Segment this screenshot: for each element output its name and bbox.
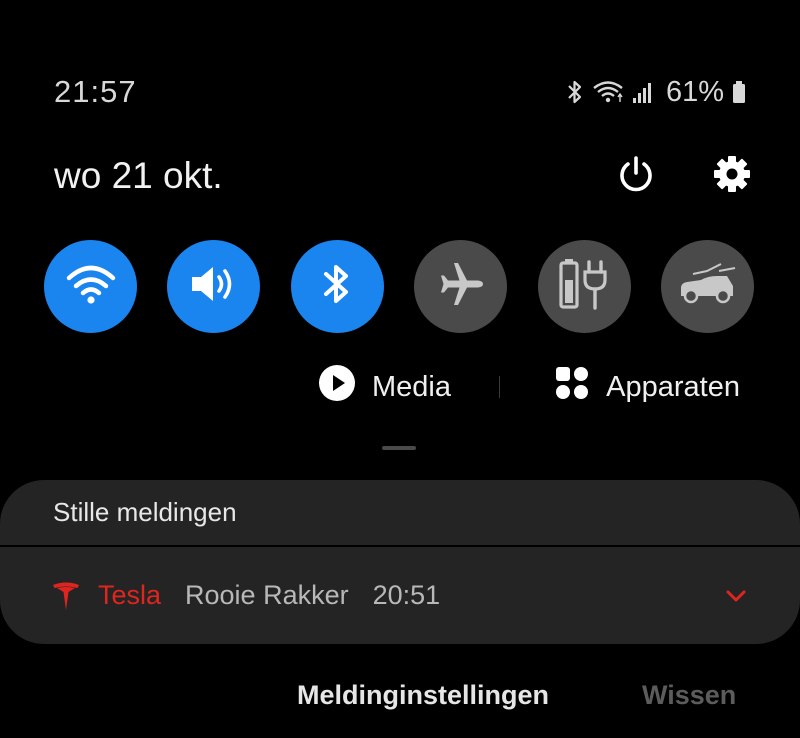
media-label: Media: [372, 370, 451, 403]
quick-settings-tiles: [44, 240, 754, 333]
tesla-logo-icon: [52, 581, 82, 611]
settings-button[interactable]: [710, 154, 754, 198]
date-row: wo 21 okt.: [54, 150, 754, 202]
notification-title: Rooie Rakker: [185, 580, 349, 610]
notification-item[interactable]: Tesla Rooie Rakker 20:51: [0, 547, 800, 644]
tile-sound[interactable]: [167, 240, 261, 333]
battery-percent: 61%: [665, 75, 724, 108]
battery-plug-icon: [556, 256, 612, 317]
date-label: wo 21 okt.: [54, 155, 223, 196]
notification-time: 20:51: [372, 580, 441, 610]
bluetooth-icon: [566, 79, 584, 105]
power-button[interactable]: [614, 154, 658, 198]
devices-button[interactable]: Apparaten: [554, 365, 740, 409]
devices-grid-icon: [554, 365, 590, 409]
clear-button[interactable]: Wissen: [642, 680, 736, 711]
tile-power-saving[interactable]: [537, 240, 631, 333]
status-bar: 21:57 61%: [54, 72, 746, 112]
notification-settings-button[interactable]: Meldinginstellingen: [297, 680, 549, 711]
wifi-icon: [65, 262, 117, 311]
wifi-icon: [592, 79, 624, 105]
panel-drag-handle[interactable]: [382, 446, 416, 450]
signal-icon: [632, 79, 652, 105]
play-icon: [318, 364, 356, 410]
notification-section-title: Stille meldingen: [0, 480, 800, 547]
tile-airplane-mode[interactable]: [414, 240, 508, 333]
notification-footer: Meldinginstellingen Wissen: [0, 680, 800, 724]
volume-icon: [188, 262, 240, 311]
battery-icon: [732, 79, 746, 105]
bluetooth-icon: [322, 261, 352, 312]
chevron-down-icon[interactable]: [724, 586, 748, 606]
media-devices-row: Media Apparaten: [318, 362, 740, 412]
power-icon: [616, 154, 656, 199]
tile-car[interactable]: [660, 240, 754, 333]
tile-wifi[interactable]: [44, 240, 137, 333]
car-icon: [675, 262, 739, 311]
gear-icon: [712, 154, 752, 199]
airplane-icon: [436, 259, 486, 314]
devices-label: Apparaten: [606, 370, 740, 403]
status-icons: 61%: [566, 76, 746, 109]
notification-app-name: Tesla: [98, 580, 162, 610]
media-button[interactable]: Media: [318, 364, 451, 410]
notification-card: Stille meldingen Tesla Rooie Rakker 20:5…: [0, 480, 800, 644]
tile-bluetooth[interactable]: [290, 240, 384, 333]
status-time: 21:57: [54, 74, 137, 109]
divider: [499, 376, 501, 398]
